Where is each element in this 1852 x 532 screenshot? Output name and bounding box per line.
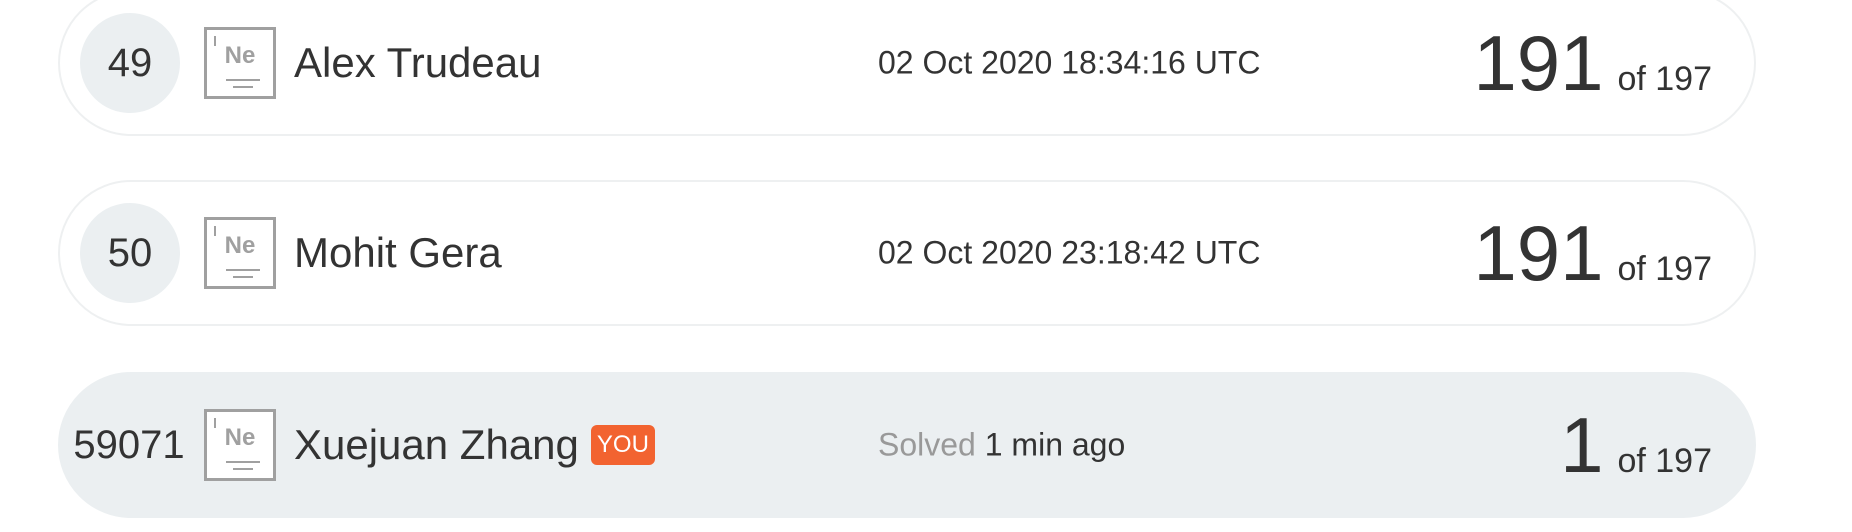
score: 191 of 197 xyxy=(1473,24,1712,102)
element-badge-icon: Ne xyxy=(204,27,276,99)
current-user-row[interactable]: 59071 Ne Xuejuan Zhang YOU Solved 1 min … xyxy=(58,372,1756,518)
user-name-text[interactable]: Xuejuan Zhang xyxy=(294,421,579,469)
element-badge-icon: Ne xyxy=(204,217,276,289)
score: 191 of 197 xyxy=(1473,214,1712,292)
leaderboard-list: 49 Ne Alex Trudeau 02 Oct 2020 18:34:16 … xyxy=(0,0,1852,532)
solved-timestamp: 02 Oct 2020 18:34:16 UTC xyxy=(878,44,1261,81)
rank-number: 49 xyxy=(80,13,180,113)
user-name-text[interactable]: Alex Trudeau xyxy=(294,39,542,87)
score-value: 1 xyxy=(1560,401,1604,489)
score-total: of 197 xyxy=(1617,250,1712,288)
score-total: of 197 xyxy=(1617,442,1712,480)
score: 1 of 197 xyxy=(1560,406,1712,484)
user-name[interactable]: Mohit Gera xyxy=(294,229,502,277)
score-value: 191 xyxy=(1473,209,1604,297)
score-total: of 197 xyxy=(1617,60,1712,98)
user-name[interactable]: Alex Trudeau xyxy=(294,39,542,87)
user-name[interactable]: Xuejuan Zhang YOU xyxy=(294,421,655,469)
rank-number: 50 xyxy=(80,203,180,303)
user-name-text[interactable]: Mohit Gera xyxy=(294,229,502,277)
element-badge-icon: Ne xyxy=(204,409,276,481)
solved-ago: 1 min ago xyxy=(984,426,1126,463)
solved-label: Solved xyxy=(878,426,976,463)
rank-number: 59071 xyxy=(73,422,185,467)
leaderboard-row[interactable]: 49 Ne Alex Trudeau 02 Oct 2020 18:34:16 … xyxy=(58,0,1756,136)
badge-symbol: Ne xyxy=(224,424,256,451)
badge-symbol: Ne xyxy=(224,42,256,69)
score-value: 191 xyxy=(1473,19,1604,107)
solved-timestamp: 02 Oct 2020 23:18:42 UTC xyxy=(878,234,1261,271)
you-badge: YOU xyxy=(590,425,655,465)
badge-symbol: Ne xyxy=(224,232,256,259)
leaderboard-row[interactable]: 50 Ne Mohit Gera 02 Oct 2020 23:18:42 UT… xyxy=(58,180,1756,326)
solved-status: Solved 1 min ago xyxy=(878,427,1125,464)
